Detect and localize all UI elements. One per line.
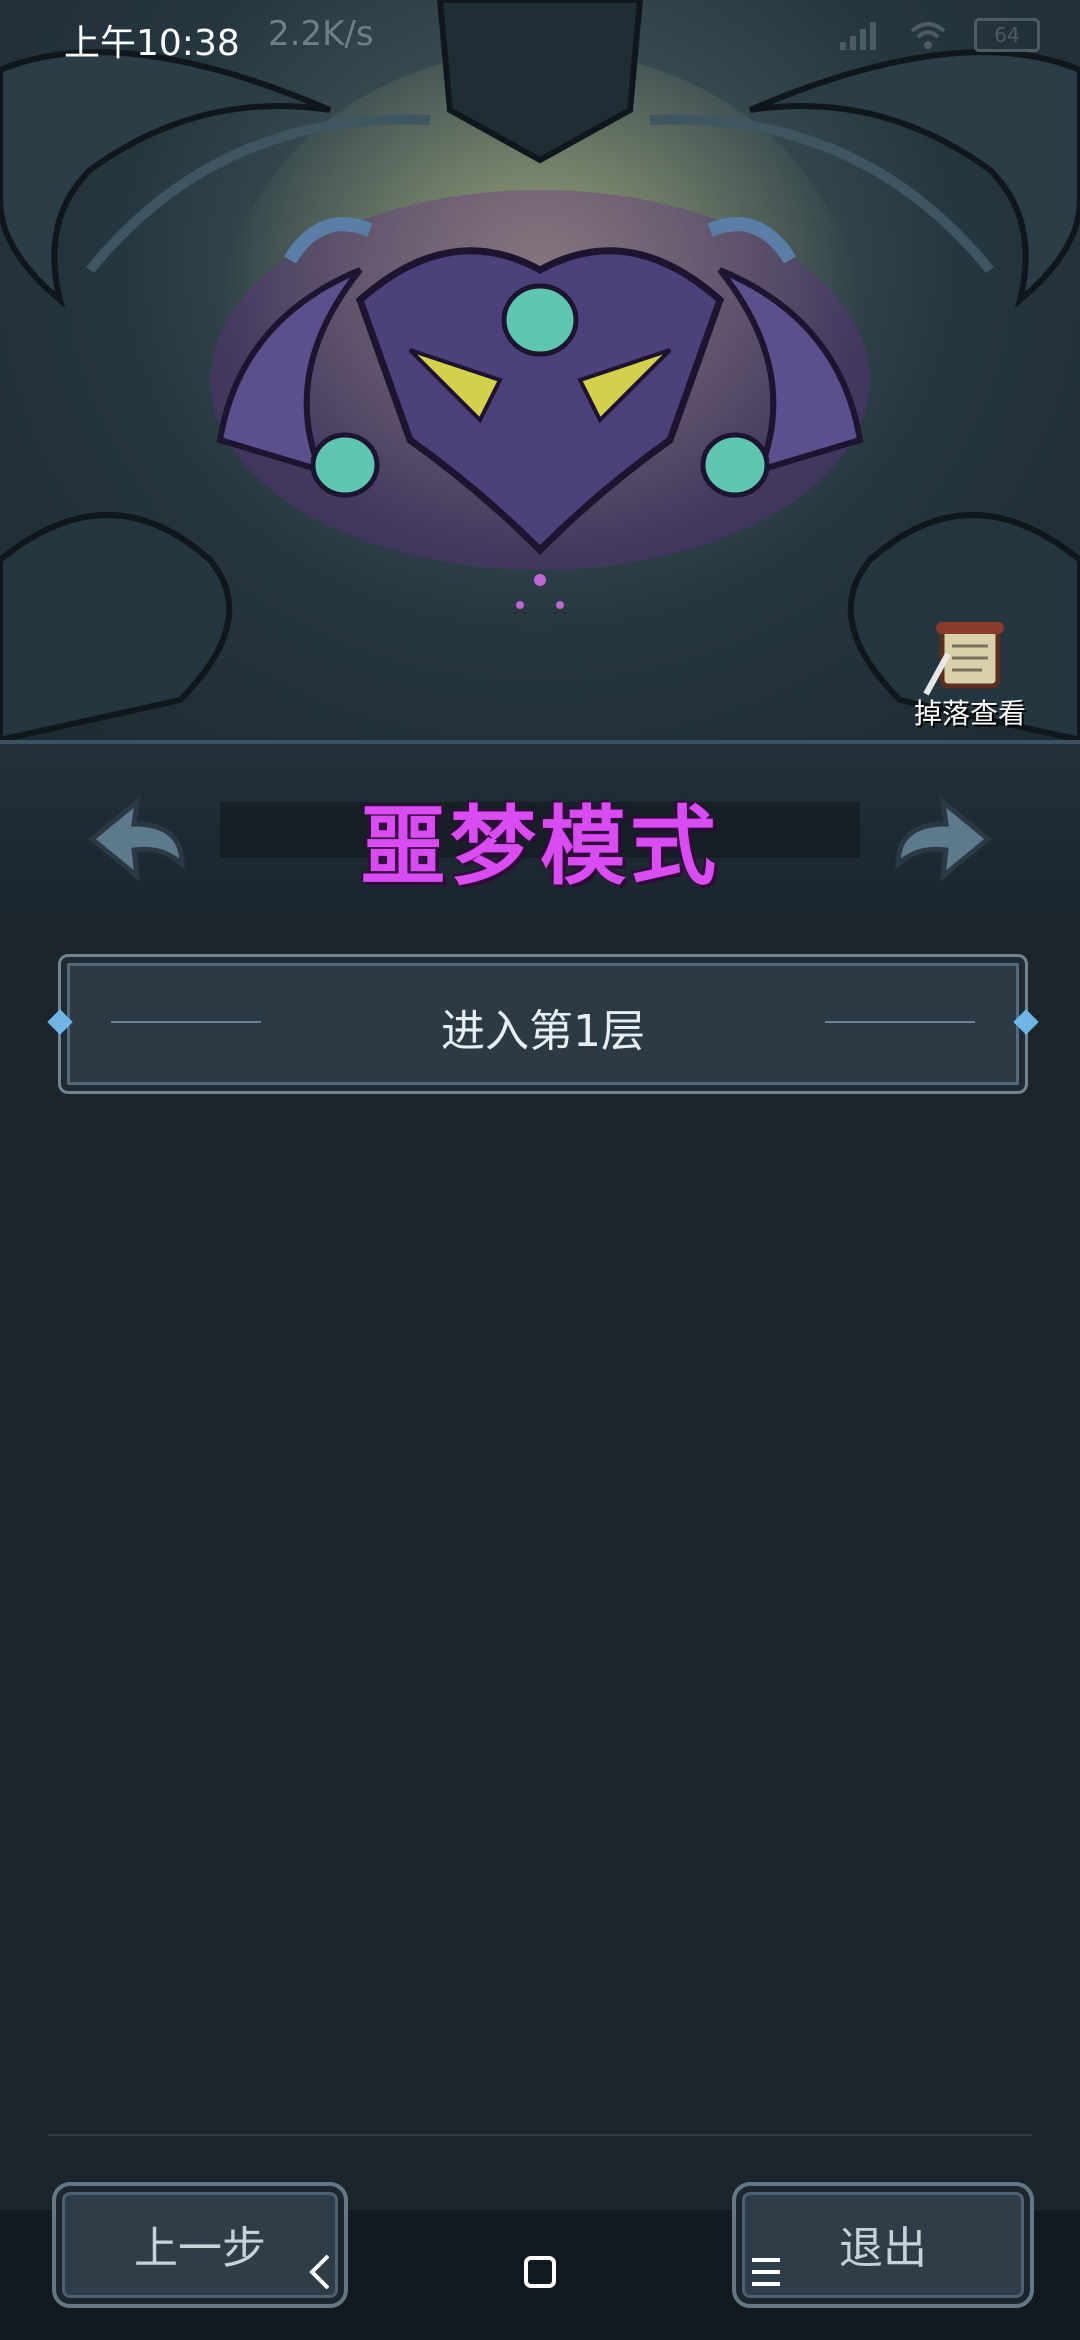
status-time: 上午10:38 [64, 23, 240, 64]
battery-icon: 64 [974, 18, 1040, 52]
nav-back-icon[interactable] [302, 2250, 338, 2294]
drop-view-label: 掉落查看 [913, 697, 1026, 730]
scroll-icon [923, 622, 1004, 696]
wifi-icon [910, 22, 946, 49]
nav-home-icon[interactable] [522, 2250, 558, 2294]
mode-banner: 掉落查看 [0, 0, 1080, 740]
enter-floor-button[interactable]: 进入第1层 [47, 954, 1039, 1094]
prev-step-label: 上一步 [134, 2223, 266, 2274]
signal-icon [840, 22, 876, 50]
mode-title-bar: 噩梦模式 [0, 740, 1080, 923]
content-area [0, 915, 1080, 2145]
nav-menu-icon[interactable] [748, 2250, 784, 2294]
status-icons: 64 [838, 18, 1040, 52]
enter-floor-label: 进入第1层 [441, 1006, 645, 1057]
battery-level: 64 [994, 23, 1020, 47]
next-mode-arrow-icon[interactable] [888, 794, 998, 884]
nightmare-emblem [210, 190, 870, 609]
status-bar: 上午10:38 2.2K/s 64 [0, 0, 1080, 80]
drop-view-button[interactable]: 掉落查看 [900, 620, 1040, 730]
divider [48, 2134, 1032, 2136]
network-speed: 2.2K/s [268, 14, 374, 54]
